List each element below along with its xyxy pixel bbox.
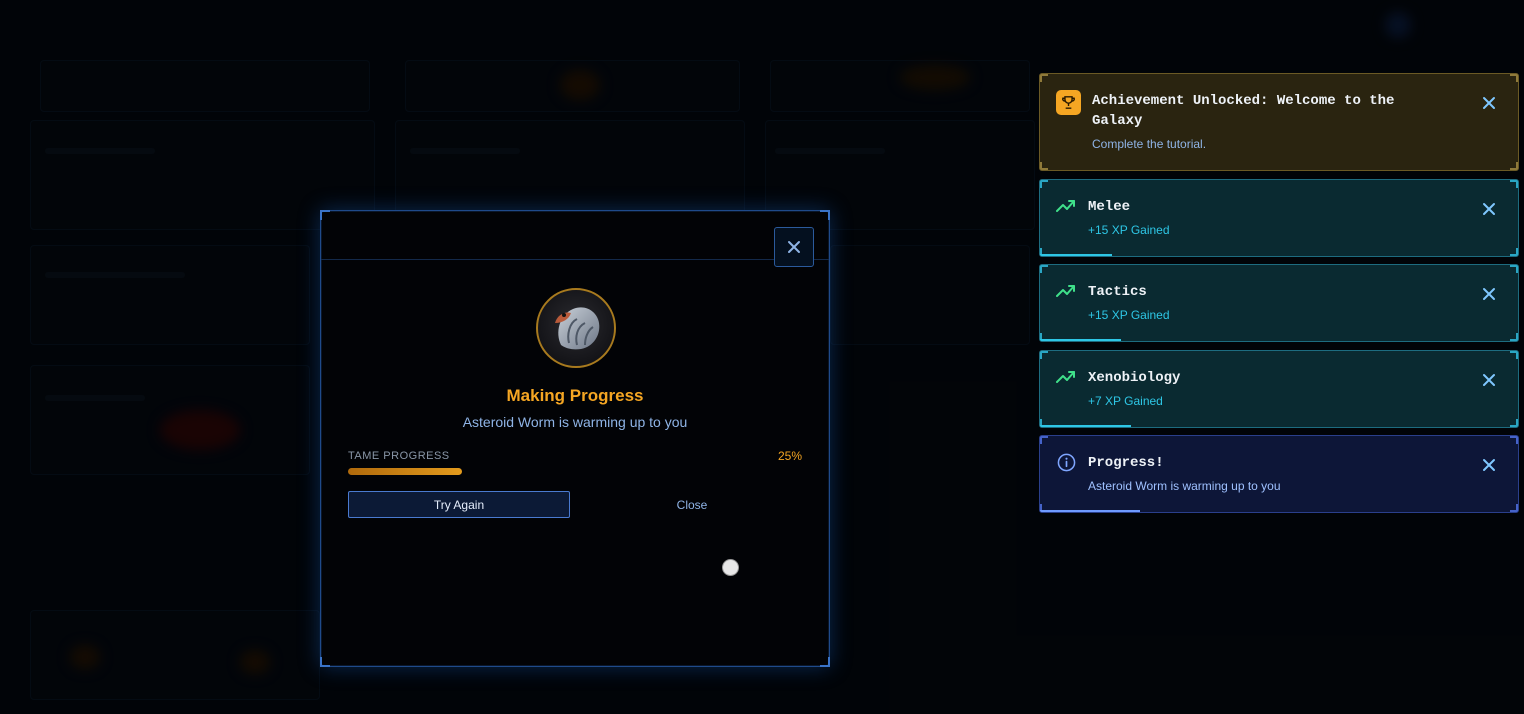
notification-timer-bar: [1040, 254, 1112, 256]
trending-up-icon: [1056, 371, 1075, 383]
close-button[interactable]: Close: [581, 491, 803, 518]
skill-xp-notification: Xenobiology +7 XP Gained: [1039, 350, 1519, 428]
tame-progress-percent: 25%: [777, 449, 802, 463]
notification-subtitle: +7 XP Gained: [1088, 394, 1163, 408]
notif-corner: [1040, 351, 1048, 359]
notification-timer-bar: [1040, 425, 1131, 427]
notif-corner: [1510, 162, 1518, 170]
modal-corner: [320, 657, 330, 667]
notification-title: Tactics: [1088, 284, 1147, 300]
info-notification: Progress! Asteroid Worm is warming up to…: [1039, 435, 1519, 513]
notif-corner: [1040, 162, 1048, 170]
result-title: Making Progress: [506, 386, 644, 405]
achievement-notification: Achievement Unlocked: Welcome to the Gal…: [1039, 73, 1519, 171]
notification-title: Xenobiology: [1088, 370, 1181, 386]
dismiss-icon[interactable]: [1482, 96, 1496, 110]
taming-result-modal: Making Progress Asteroid Worm is warming…: [320, 210, 830, 667]
asteroid-worm-icon: [555, 307, 600, 350]
notif-corner: [1510, 504, 1518, 512]
skill-xp-notification: Tactics +15 XP Gained: [1039, 264, 1519, 342]
trophy-icon: [1056, 90, 1081, 115]
tame-progress-label: TAME PROGRESS: [348, 450, 450, 462]
modal-corner: [820, 657, 830, 667]
notification-subtitle: +15 XP Gained: [1088, 223, 1170, 237]
notification-timer-bar: [1040, 339, 1122, 341]
notification-subtitle: Complete the tutorial.: [1092, 137, 1207, 151]
modal-close-button[interactable]: [774, 227, 814, 267]
notif-corner: [1510, 74, 1518, 82]
notif-corner: [1040, 74, 1048, 82]
info-icon: [1057, 453, 1076, 472]
trending-up-icon: [1056, 285, 1075, 297]
creature-portrait: [536, 288, 616, 368]
notification-title: Melee: [1088, 199, 1131, 215]
notif-corner: [1040, 180, 1048, 188]
notif-corner: [1510, 265, 1518, 273]
modal-header: [321, 211, 829, 260]
notification-subtitle: +15 XP Gained: [1088, 308, 1170, 322]
notif-corner: [1040, 436, 1048, 444]
dismiss-icon[interactable]: [1482, 287, 1496, 301]
result-subtitle: Asteroid Worm is warming up to you: [462, 414, 688, 430]
notification-title: Progress!: [1088, 455, 1164, 471]
notification-subtitle: Asteroid Worm is warming up to you: [1088, 479, 1281, 493]
tame-progress-bar: [348, 468, 804, 475]
close-icon: [788, 241, 800, 253]
tame-progress-fill: [348, 468, 462, 475]
dismiss-icon[interactable]: [1482, 202, 1496, 216]
mouse-cursor: [722, 559, 739, 576]
trending-up-icon: [1056, 200, 1075, 212]
notification-title: Achievement Unlocked: Welcome to the Gal…: [1092, 93, 1395, 129]
try-again-button[interactable]: Try Again: [348, 491, 570, 518]
notif-corner: [1510, 180, 1518, 188]
notif-corner: [1510, 248, 1518, 256]
dismiss-icon[interactable]: [1482, 373, 1496, 387]
notification-timer-bar: [1040, 510, 1141, 512]
skill-xp-notification: Melee +15 XP Gained: [1039, 179, 1519, 257]
notif-corner: [1510, 436, 1518, 444]
notif-corner: [1040, 265, 1048, 273]
dismiss-icon[interactable]: [1482, 458, 1496, 472]
notif-corner: [1510, 419, 1518, 427]
notif-corner: [1510, 333, 1518, 341]
notif-corner: [1510, 351, 1518, 359]
